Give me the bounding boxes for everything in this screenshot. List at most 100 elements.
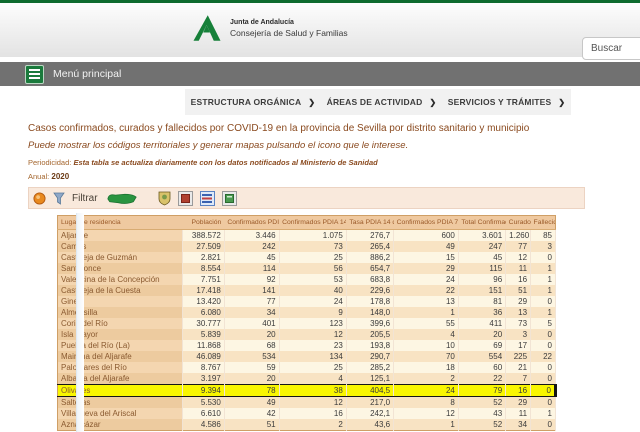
value-cell: 0: [531, 373, 556, 385]
value-cell: 20: [458, 329, 505, 340]
value-cell: 8.554: [182, 263, 224, 274]
annual-value[interactable]: 2020: [51, 172, 69, 181]
value-cell: 0: [531, 296, 556, 307]
table-row[interactable]: Puebla del Río (La)11.8686823193,8106917…: [58, 340, 556, 351]
value-cell: 1: [531, 274, 556, 285]
table-row[interactable]: Palomares del Río8.7675925285,21860210: [58, 362, 556, 373]
panel-left-gutter: [76, 213, 84, 432]
periodicity-value: Esta tabla se actualiza diariamente con …: [73, 158, 377, 167]
table-row[interactable]: Isla Mayor5.8392012205,542030: [58, 329, 556, 340]
hamburger-menu-icon[interactable]: [25, 65, 44, 84]
value-cell: 12: [279, 397, 346, 409]
table-row[interactable]: Coria del Río30.777401123399,655411735: [58, 318, 556, 329]
table-row[interactable]: Castilleja de la Cuesta17.41814140229,62…: [58, 285, 556, 296]
column-header[interactable]: Total Confirmados: [458, 216, 505, 230]
table-row[interactable]: Valencina de la Concepción7.7519253683,8…: [58, 274, 556, 285]
annual-line: Anual: 2020: [28, 172, 640, 181]
value-cell: 24: [394, 274, 459, 285]
value-cell: 6.080: [182, 307, 224, 318]
value-cell: 13: [394, 296, 459, 307]
brand-block[interactable]: Junta de Andalucía Consejería de Salud y…: [192, 12, 348, 44]
value-cell: 23: [279, 340, 346, 351]
value-cell: 6.610: [182, 408, 224, 419]
column-header[interactable]: Confirmados PDIA: [224, 216, 279, 230]
value-cell: 193,8: [346, 340, 393, 351]
table-lines-icon: [202, 194, 212, 203]
nav-item-label: ESTRUCTURA ORGÁNICA: [191, 97, 302, 107]
value-cell: 125,1: [346, 373, 393, 385]
green-chart-icon: [225, 194, 234, 203]
table-row[interactable]: Camas27.50924273265,449247773: [58, 241, 556, 252]
value-cell: 401: [224, 318, 279, 329]
value-cell: 22: [394, 285, 459, 296]
value-cell: 29: [506, 397, 531, 409]
value-cell: 8: [394, 397, 459, 409]
view-table-button[interactable]: [200, 191, 215, 206]
column-header[interactable]: Curados: [506, 216, 531, 230]
view-chart-button[interactable]: [222, 191, 237, 206]
value-cell: 1: [394, 419, 459, 431]
value-cell: 51: [506, 285, 531, 296]
value-cell: 1: [531, 307, 556, 318]
column-header[interactable]: Confirmados PDIA 14 días: [279, 216, 346, 230]
value-cell: 2.821: [182, 252, 224, 263]
table-row[interactable]: Albaida del Aljarafe3.197204125,122270: [58, 373, 556, 385]
table-row[interactable]: Aljarafe388.5723.4461.075276,76003.6011.…: [58, 230, 556, 242]
value-cell: 4.586: [182, 419, 224, 431]
value-cell: 534: [224, 351, 279, 362]
column-header[interactable]: Confirmados PDIA 7 días: [394, 216, 459, 230]
value-cell: 16: [506, 385, 531, 397]
main-menu-bar: Menú principal: [0, 62, 640, 86]
table-row[interactable]: Aznalcázar4.58651243,6152340: [58, 419, 556, 431]
table-row[interactable]: Mairena del Aljarafe46.089534134290,7705…: [58, 351, 556, 362]
value-cell: 70: [394, 351, 459, 362]
value-cell: 290,7: [346, 351, 393, 362]
nav-item-label: ÁREAS DE ACTIVIDAD: [327, 97, 423, 107]
value-cell: 3: [506, 329, 531, 340]
value-cell: 12: [394, 408, 459, 419]
nav-servicios-tramites[interactable]: SERVICIOS Y TRÁMITES ❯: [448, 97, 566, 107]
filter-label[interactable]: Filtrar: [72, 193, 98, 204]
nav-areas-actividad[interactable]: ÁREAS DE ACTIVIDAD ❯: [327, 97, 437, 107]
value-cell: 123: [279, 318, 346, 329]
value-cell: 11.868: [182, 340, 224, 351]
value-cell: 16: [506, 274, 531, 285]
value-cell: 77: [224, 296, 279, 307]
crest-icon[interactable]: [158, 191, 171, 206]
value-cell: 40: [279, 285, 346, 296]
table-row[interactable]: Almensilla6.080349148,0136131: [58, 307, 556, 318]
value-cell: 49: [394, 241, 459, 252]
value-cell: 78: [224, 385, 279, 397]
filter-icon[interactable]: [53, 192, 65, 205]
table-row[interactable]: Santiponce8.55411456654,729115111: [58, 263, 556, 274]
table-row[interactable]: Olivares9.3947838404,52479160: [58, 385, 556, 397]
value-cell: 34: [224, 307, 279, 318]
table-row[interactable]: Salteras5.5304912217,0852290: [58, 397, 556, 409]
value-cell: 22: [531, 351, 556, 362]
column-header[interactable]: Población: [182, 216, 224, 230]
search-button[interactable]: Buscar: [582, 37, 640, 60]
value-cell: 10: [394, 340, 459, 351]
nav-estructura-organica[interactable]: ESTRUCTURA ORGÁNICA ❯: [191, 97, 316, 107]
covid-data-table: Lugar de residenciaPoblaciónConfirmados …: [57, 215, 557, 431]
value-cell: 43: [458, 408, 505, 419]
column-header[interactable]: Tasa PDIA 14 días: [346, 216, 393, 230]
andalucia-map-icon[interactable]: [105, 190, 139, 206]
table-row[interactable]: Castilleja de Guzmán2.8214525886,2154512…: [58, 252, 556, 263]
help-icon[interactable]: [33, 192, 46, 205]
chevron-right-icon: ❯: [429, 98, 436, 107]
value-cell: 36: [458, 307, 505, 318]
value-cell: 96: [458, 274, 505, 285]
value-cell: 1.075: [279, 230, 346, 242]
view-map-button[interactable]: [178, 191, 193, 206]
column-header[interactable]: Fallecidos: [531, 216, 556, 230]
value-cell: 68: [224, 340, 279, 351]
periodicity-label: Periodicidad:: [28, 158, 71, 167]
value-cell: 114: [224, 263, 279, 274]
value-cell: 8.767: [182, 362, 224, 373]
value-cell: 7.751: [182, 274, 224, 285]
value-cell: 217,0: [346, 397, 393, 409]
table-row[interactable]: Villanueva del Ariscal6.6104216242,11243…: [58, 408, 556, 419]
value-cell: 49: [224, 397, 279, 409]
table-row[interactable]: Gines13.4207724178,81381290: [58, 296, 556, 307]
